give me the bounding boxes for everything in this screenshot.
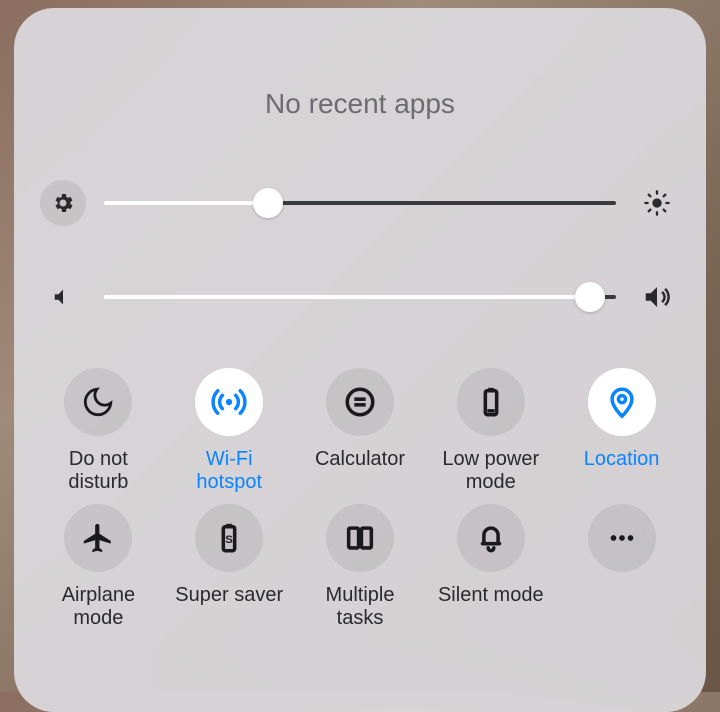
tile-label: Airplane mode [62, 584, 135, 630]
tile-label: Low power mode [442, 448, 539, 494]
tile-label: Do not disturb [68, 448, 128, 494]
tile-silent[interactable]: Silent mode [428, 504, 553, 630]
tile-dnd[interactable]: Do not disturb [36, 368, 161, 494]
tile-multitask[interactable]: Multiple tasks [298, 504, 423, 630]
svg-text:S: S [225, 534, 233, 546]
bell-icon [457, 504, 525, 572]
tile-label: Silent mode [438, 584, 544, 630]
calculator-icon [326, 368, 394, 436]
tile-location[interactable]: Location [559, 368, 684, 494]
brightness-slider-thumb[interactable] [253, 188, 283, 218]
settings-gear-icon[interactable] [40, 180, 86, 226]
tile-airplane[interactable]: Airplane mode [36, 504, 161, 630]
more-dots-icon [588, 504, 656, 572]
location-pin-icon [588, 368, 656, 436]
volume-mute-icon [40, 274, 86, 320]
volume-slider-thumb[interactable] [575, 282, 605, 312]
recent-apps-header: No recent apps [36, 88, 684, 120]
tile-more[interactable] [559, 504, 684, 630]
hotspot-icon [195, 368, 263, 436]
quick-settings-panel: No recent apps [14, 8, 706, 712]
tile-lowpower[interactable]: Low power mode [428, 368, 553, 494]
brightness-icon [634, 180, 680, 226]
brightness-slider-row [40, 180, 680, 226]
airplane-icon [64, 504, 132, 572]
volume-slider[interactable] [104, 295, 616, 299]
battery-saver-icon: S [195, 504, 263, 572]
tile-label: Calculator [315, 448, 405, 494]
tile-calculator[interactable]: Calculator [298, 368, 423, 494]
tile-label: Multiple tasks [326, 584, 395, 630]
tile-hotspot[interactable]: Wi-Fi hotspot [167, 368, 292, 494]
tile-label: Location [584, 448, 660, 494]
split-screen-icon [326, 504, 394, 572]
quick-settings-grid: Do not disturb Wi-Fi hotspot Calculator … [36, 368, 684, 630]
moon-icon [64, 368, 132, 436]
tile-supersaver[interactable]: S Super saver [167, 504, 292, 630]
volume-high-icon [634, 274, 680, 320]
battery-low-icon [457, 368, 525, 436]
tile-label: Wi-Fi hotspot [196, 448, 262, 494]
tile-label: Super saver [175, 584, 283, 630]
volume-slider-row [40, 274, 680, 320]
brightness-slider[interactable] [104, 201, 616, 205]
